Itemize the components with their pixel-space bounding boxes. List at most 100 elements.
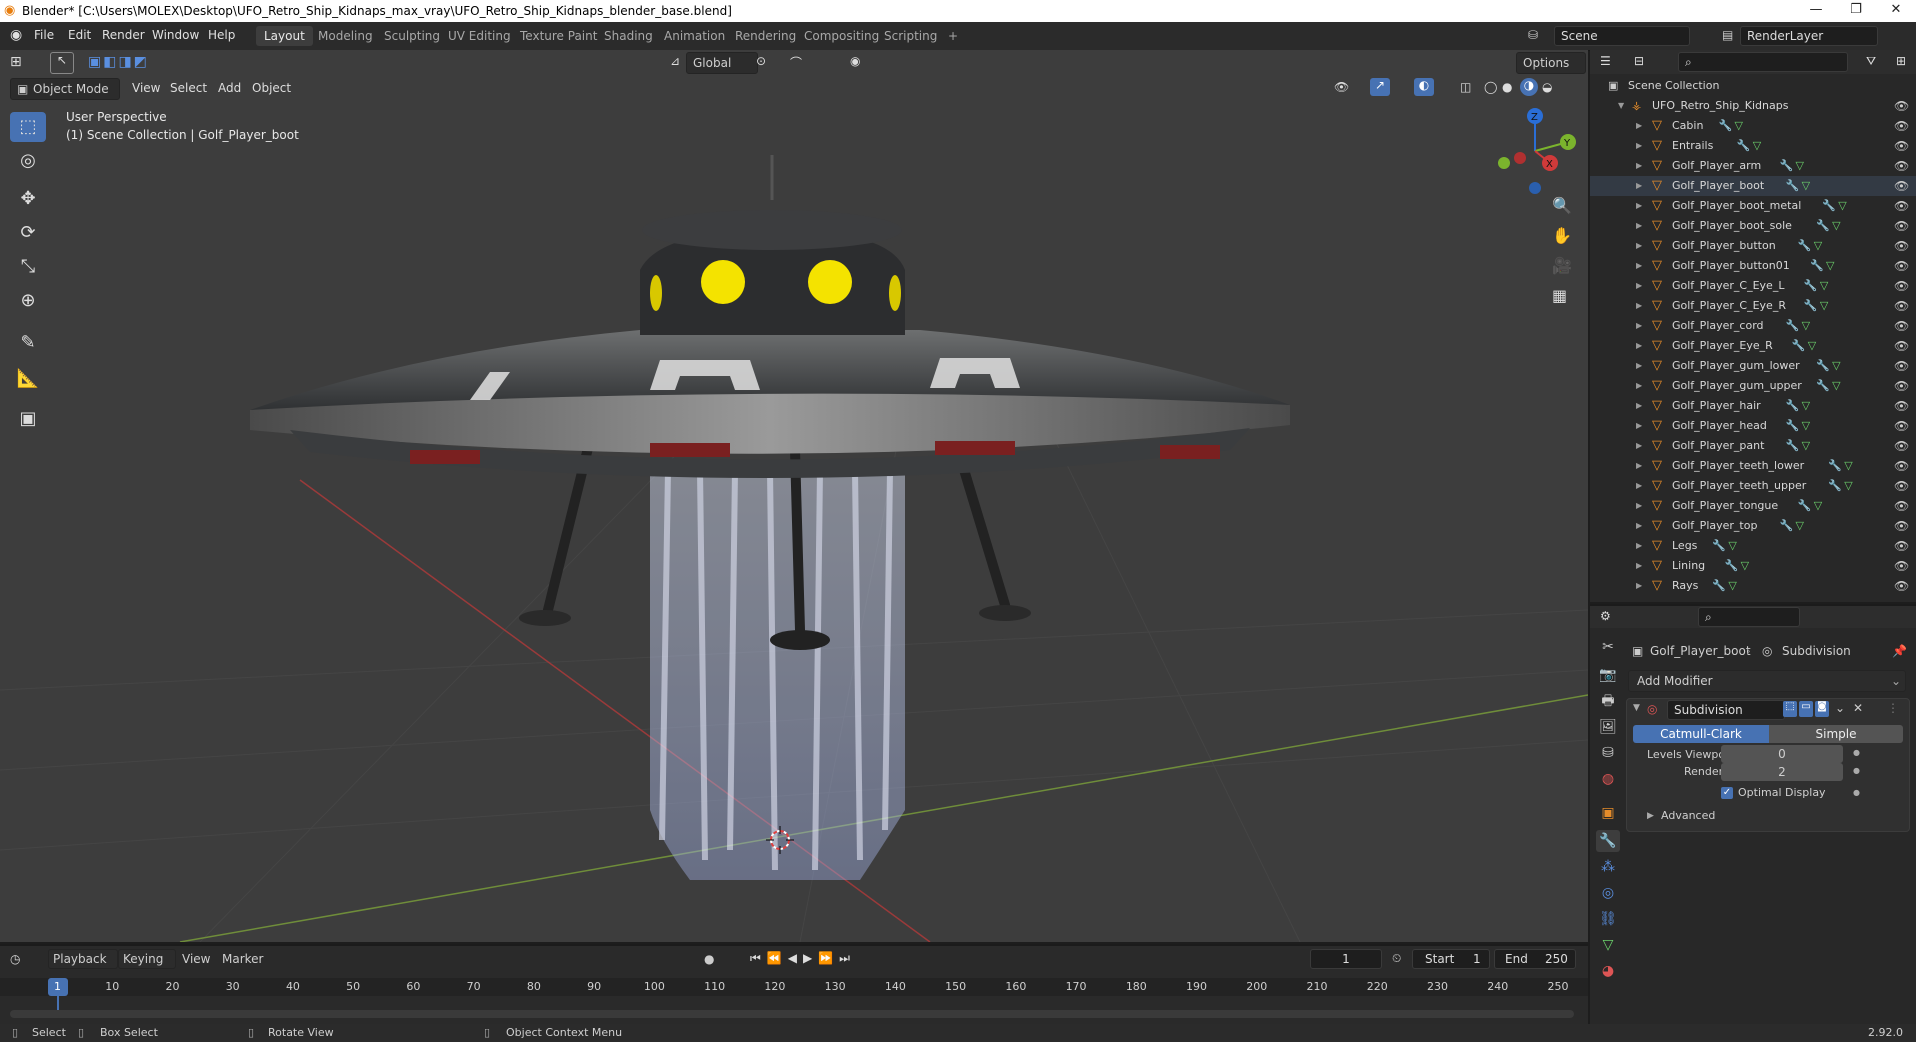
outliner-item[interactable]: ▶ ▽ Golf_Player_C_Eye_L 🔧 ▽ 👁: [1590, 276, 1916, 296]
select-mode-icon[interactable]: ↖: [50, 52, 74, 74]
pin-icon[interactable]: 📌: [1892, 644, 1907, 658]
modifier-wrench-icon[interactable]: 🔧: [1786, 316, 1800, 336]
add-modifier-dropdown[interactable]: Add Modifier ⌄: [1628, 670, 1906, 692]
mesh-data-icon[interactable]: ▽: [1838, 196, 1846, 216]
expand-arrow-icon[interactable]: ▶: [1636, 436, 1642, 456]
expand-arrow-icon[interactable]: ▶: [1636, 516, 1642, 536]
expand-arrow-icon[interactable]: ▶: [1636, 376, 1642, 396]
eye-icon[interactable]: 👁: [1894, 536, 1909, 556]
menu-render[interactable]: Render: [102, 28, 145, 42]
particles-tab-icon[interactable]: ⁂: [1596, 856, 1620, 878]
render-levels-field[interactable]: 2: [1721, 763, 1843, 781]
outliner-collection[interactable]: ▼ ⚶ UFO_Retro_Ship_Kidnaps 👁: [1590, 96, 1916, 116]
chevron-down-icon[interactable]: ⌄: [1835, 701, 1845, 715]
eye-icon[interactable]: 👁: [1894, 436, 1909, 456]
clock-icon[interactable]: ⏲: [1392, 951, 1401, 966]
tool-tab-icon[interactable]: ✂: [1596, 636, 1620, 658]
menu-help[interactable]: Help: [208, 28, 235, 42]
rotate-tool[interactable]: ⟳: [10, 218, 46, 248]
advanced-section-label[interactable]: Advanced: [1661, 809, 1715, 822]
collapse-arrow-icon[interactable]: ▼: [1618, 96, 1624, 116]
playback-dropdown[interactable]: Playback: [48, 949, 118, 969]
mesh-data-icon[interactable]: ▽: [1741, 556, 1749, 576]
transform-orientation-dropdown[interactable]: Global: [686, 52, 758, 74]
tab-uv-editing[interactable]: UV Editing: [440, 26, 519, 46]
keyframe-dot-icon[interactable]: ●: [1853, 766, 1860, 775]
modifier-wrench-icon[interactable]: 🔧: [1822, 196, 1836, 216]
eye-icon[interactable]: 👁: [1894, 276, 1909, 296]
expand-arrow-icon[interactable]: ▶: [1636, 416, 1642, 436]
expand-arrow-icon[interactable]: ▶: [1647, 811, 1654, 821]
eye-icon[interactable]: 👁: [1894, 316, 1909, 336]
view-layer-tab-icon[interactable]: 🖼: [1596, 716, 1620, 738]
xray-icon[interactable]: ◫: [1460, 80, 1471, 94]
close-window-button[interactable]: ✕: [1876, 2, 1916, 17]
modifier-name-input[interactable]: Subdivision: [1667, 700, 1785, 720]
eye-icon[interactable]: 👁: [1894, 496, 1909, 516]
outliner-item[interactable]: ▶ ▽ Lining 🔧 ▽ 👁: [1590, 556, 1916, 576]
properties-editor-icon[interactable]: ⚙: [1600, 609, 1611, 623]
eye-icon[interactable]: 👁: [1894, 236, 1909, 256]
mesh-data-icon[interactable]: ▽: [1814, 236, 1822, 256]
modifier-wrench-icon[interactable]: 🔧: [1798, 496, 1812, 516]
expand-arrow-icon[interactable]: ▶: [1636, 216, 1642, 236]
filter-icon[interactable]: ⛛: [1866, 54, 1876, 69]
modifier-wrench-icon[interactable]: 🔧: [1725, 556, 1739, 576]
mesh-data-icon[interactable]: ▽: [1735, 116, 1743, 136]
outliner-item[interactable]: ▶ ▽ Golf_Player_Eye_R 🔧 ▽ 👁: [1590, 336, 1916, 356]
eye-icon[interactable]: 👁: [1894, 96, 1909, 116]
expand-arrow-icon[interactable]: ▶: [1636, 196, 1642, 216]
modifier-wrench-icon[interactable]: 🔧: [1810, 256, 1824, 276]
physics-tab-icon[interactable]: ◎: [1596, 882, 1620, 904]
timeline-menu-marker[interactable]: Marker: [222, 952, 263, 966]
outliner-item[interactable]: ▶ ▽ Golf_Player_teeth_upper 🔧 ▽ 👁: [1590, 476, 1916, 496]
outliner-item[interactable]: ▶ ▽ Golf_Player_button 🔧 ▽ 👁: [1590, 236, 1916, 256]
camera-view-icon[interactable]: 🎥: [1552, 256, 1572, 275]
mesh-data-icon[interactable]: ▽: [1832, 356, 1840, 376]
outliner-item[interactable]: ▶ ▽ Rays 🔧 ▽ 👁: [1590, 576, 1916, 596]
outliner-item[interactable]: ▶ ▽ Golf_Player_head 🔧 ▽ 👁: [1590, 416, 1916, 436]
mesh-data-icon[interactable]: ▽: [1844, 476, 1852, 496]
timeline-menu-view[interactable]: View: [182, 952, 210, 966]
mesh-data-icon[interactable]: ▽: [1728, 536, 1736, 556]
expand-arrow-icon[interactable]: ▶: [1636, 316, 1642, 336]
zoom-icon[interactable]: 🔍: [1552, 196, 1572, 215]
keyframe-dot-icon[interactable]: ●: [1853, 788, 1860, 797]
expand-arrow-icon[interactable]: ▶: [1636, 156, 1642, 176]
eye-icon[interactable]: 👁: [1894, 476, 1909, 496]
expand-arrow-icon[interactable]: ▶: [1636, 176, 1642, 196]
mesh-data-icon[interactable]: ▽: [1844, 456, 1852, 476]
tab-compositing[interactable]: Compositing: [796, 26, 887, 46]
modifier-wrench-icon[interactable]: 🔧: [1804, 276, 1818, 296]
select-box-tool[interactable]: ⬚: [10, 112, 46, 142]
mesh-data-icon[interactable]: ▽: [1802, 316, 1810, 336]
navigation-gizmo[interactable]: Z Y X: [1490, 106, 1580, 196]
mesh-data-icon[interactable]: ▽: [1808, 336, 1816, 356]
modifier-wrench-icon[interactable]: 🔧: [1816, 216, 1830, 236]
mesh-data-icon[interactable]: ▽: [1802, 396, 1810, 416]
modifier-wrench-icon[interactable]: 🔧: [1737, 136, 1751, 156]
eye-icon[interactable]: 👁: [1894, 196, 1909, 216]
add-workspace-button[interactable]: +: [940, 26, 966, 46]
expand-arrow-icon[interactable]: ▶: [1636, 276, 1642, 296]
outliner-item[interactable]: ▶ ▽ Legs 🔧 ▽ 👁: [1590, 536, 1916, 556]
mesh-data-icon[interactable]: ▽: [1802, 416, 1810, 436]
modifier-tab-icon[interactable]: 🔧: [1596, 830, 1620, 852]
object-tab-icon[interactable]: ▣: [1596, 802, 1620, 824]
modifier-wrench-icon[interactable]: 🔧: [1804, 296, 1818, 316]
eye-icon[interactable]: 👁: [1894, 396, 1909, 416]
outliner-item[interactable]: ▶ ▽ Golf_Player_arm 🔧 ▽ 👁: [1590, 156, 1916, 176]
collapse-arrow-icon[interactable]: ▼: [1633, 703, 1640, 713]
eye-icon[interactable]: 👁: [1894, 376, 1909, 396]
world-tab-icon[interactable]: ◍: [1596, 768, 1620, 790]
modifier-wrench-icon[interactable]: 🔧: [1712, 536, 1726, 556]
eye-icon[interactable]: 👁: [1894, 336, 1909, 356]
wireframe-shading-icon[interactable]: ◯: [1484, 80, 1497, 94]
expand-arrow-icon[interactable]: ▶: [1636, 396, 1642, 416]
pivot-point-icon[interactable]: ⊙: [756, 54, 766, 68]
modifier-wrench-icon[interactable]: 🔧: [1816, 356, 1830, 376]
viewport-menu-object[interactable]: Object: [252, 81, 291, 95]
outliner-item[interactable]: ▶ ▽ Golf_Player_boot 🔧 ▽ 👁: [1590, 176, 1916, 196]
current-frame-field[interactable]: 1: [1310, 949, 1382, 969]
transform-tool[interactable]: ⊕: [10, 286, 46, 316]
